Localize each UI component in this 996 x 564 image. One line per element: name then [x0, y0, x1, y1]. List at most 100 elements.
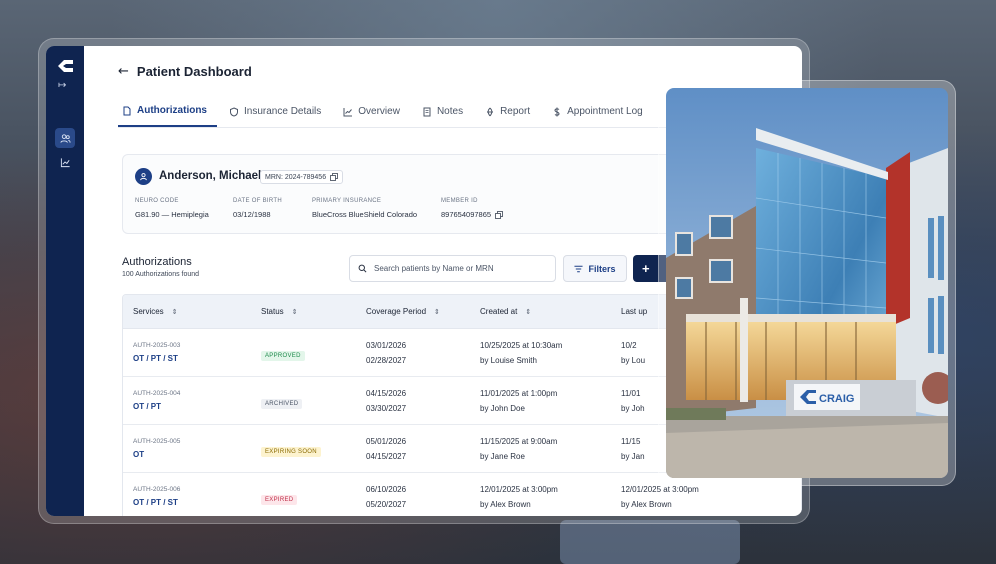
- column-label: Coverage Period: [366, 307, 427, 316]
- tab-notes[interactable]: Notes: [418, 96, 473, 127]
- created-by: by Louise Smith: [480, 355, 537, 365]
- cell-services: AUTH-2025-003 OT / PT / ST: [123, 342, 261, 363]
- search-icon: [358, 264, 367, 273]
- created-by: by Alex Brown: [480, 499, 531, 509]
- auth-id: AUTH-2025-003: [133, 342, 181, 349]
- search-input[interactable]: [374, 264, 544, 273]
- filter-icon: [574, 265, 584, 272]
- coverage-end: 03/30/2027: [366, 403, 407, 413]
- sort-icon[interactable]: ⇕: [434, 308, 440, 316]
- tab-report[interactable]: Report: [481, 96, 540, 127]
- coverage-start: 04/15/2026: [366, 388, 407, 398]
- cell-status: EXPIRING SOON: [261, 440, 366, 458]
- patient-name: Anderson, Michael: [159, 170, 262, 182]
- field-value: G81.90 — Hemiplegia: [135, 210, 209, 219]
- cell-status: ARCHIVED: [261, 392, 366, 410]
- auth-id: AUTH-2025-004: [133, 390, 181, 397]
- column-header-coverage-period[interactable]: Coverage Period ⇕: [366, 307, 480, 316]
- filters-button[interactable]: Filters: [563, 255, 627, 282]
- coverage-start: 03/01/2026: [366, 340, 407, 350]
- app-logo-icon: [58, 60, 73, 72]
- line-chart-icon: [343, 107, 353, 116]
- cell-coverage: 05/01/2026 04/15/2027: [366, 434, 480, 464]
- rail-item-analytics[interactable]: [55, 152, 75, 172]
- report-icon: [487, 107, 494, 116]
- coverage-start: 05/01/2026: [366, 436, 407, 446]
- cell-services: AUTH-2025-005 OT: [123, 438, 261, 459]
- user-icon: [140, 173, 147, 181]
- avatar: [135, 168, 152, 185]
- status-badge: ARCHIVED: [261, 398, 303, 409]
- dollar-icon: [554, 107, 560, 116]
- file-icon: [123, 106, 131, 115]
- services-value: OT / PT / ST: [133, 498, 178, 507]
- column-header-created-at[interactable]: Created at ⇕: [480, 307, 621, 316]
- column-label: Created at: [480, 307, 518, 316]
- created-at: 12/01/2025 at 3:00pm: [480, 484, 558, 494]
- tab-authorizations[interactable]: Authorizations: [118, 96, 217, 127]
- field-value: 897654097865: [441, 210, 492, 219]
- side-rail: ↦: [46, 46, 84, 516]
- field-label: PRIMARY INSURANCE: [312, 198, 382, 204]
- last-updated-by: by Alex Brown: [621, 499, 672, 509]
- auth-id: AUTH-2025-005: [133, 438, 181, 445]
- tab-label: Report: [500, 106, 531, 117]
- cell-services: AUTH-2025-006 OT / PT / ST: [123, 486, 261, 507]
- status-badge: EXPIRING SOON: [261, 446, 321, 457]
- services-value: OT: [133, 450, 145, 459]
- shield-icon: [230, 106, 238, 117]
- column-label: Status: [261, 307, 284, 316]
- mrn-chip[interactable]: MRN: 2024-789456: [260, 170, 344, 184]
- services-value: OT / PT / ST: [133, 354, 178, 363]
- tab-overview[interactable]: Overview: [339, 96, 410, 127]
- expand-rail-icon[interactable]: ↦: [58, 80, 66, 91]
- tab-label: Authorizations: [137, 105, 207, 116]
- field-label: NEURO CODE: [135, 198, 179, 204]
- created-at: 10/25/2025 at 10:30am: [480, 340, 563, 350]
- created-at: 11/15/2025 at 9:00am: [480, 436, 558, 446]
- field-label: DATE OF BIRTH: [233, 198, 283, 204]
- tab-insurance-details[interactable]: Insurance Details: [225, 96, 331, 127]
- field-value: BlueCross BlueShield Colorado: [312, 210, 418, 219]
- building-illustration: CRAIG: [666, 88, 948, 478]
- field-neuro-code: NEURO CODE G81.90 — Hemiplegia: [135, 198, 209, 219]
- sort-icon[interactable]: ⇕: [292, 308, 298, 316]
- rail-item-users[interactable]: [55, 128, 75, 148]
- coverage-end: 02/28/2027: [366, 355, 407, 365]
- cell-coverage: 04/15/2026 03/30/2027: [366, 386, 480, 416]
- field-primary-insurance: PRIMARY INSURANCE BlueCross BlueShield C…: [312, 198, 417, 219]
- tab-appointment-log[interactable]: Appointment Log: [548, 96, 653, 127]
- column-header-services[interactable]: Services ⇕: [123, 307, 261, 316]
- notes-icon: [423, 107, 431, 116]
- cell-status: EXPIRED: [261, 488, 366, 506]
- copy-icon[interactable]: [330, 173, 338, 181]
- cell-coverage: 03/01/2026 02/28/2027: [366, 338, 480, 368]
- tab-label: Appointment Log: [567, 106, 643, 117]
- cell-coverage: 06/10/2026 05/20/2027: [366, 482, 480, 512]
- filters-label: Filters: [588, 263, 616, 274]
- status-badge: APPROVED: [261, 350, 305, 361]
- created-at: 11/01/2025 at 1:00pm: [480, 388, 558, 398]
- cell-services: AUTH-2025-004 OT / PT: [123, 390, 261, 411]
- plus-icon: +: [642, 261, 650, 276]
- users-icon: [59, 133, 71, 143]
- search-box[interactable]: [349, 255, 556, 282]
- tab-label: Overview: [358, 106, 400, 117]
- column-header-status[interactable]: Status ⇕: [261, 307, 366, 316]
- status-badge: EXPIRED: [261, 494, 298, 505]
- cell-last-updated: 12/01/2025 at 3:00pm by Alex Brown: [621, 482, 741, 512]
- field-value-row: 897654097865: [441, 210, 503, 219]
- coverage-end: 05/20/2027: [366, 499, 407, 509]
- patient-summary-card: Anderson, Michael MRN: 2024-789456 NEURO…: [122, 154, 682, 234]
- building-photo: CRAIG: [666, 88, 948, 478]
- sort-icon[interactable]: ⇕: [172, 308, 178, 316]
- copy-icon[interactable]: [495, 210, 503, 219]
- arrow-left-icon[interactable]: ←: [118, 64, 129, 79]
- sort-icon[interactable]: ⇕: [525, 308, 531, 316]
- created-by: by John Doe: [480, 403, 525, 413]
- coverage-end: 04/15/2027: [366, 451, 407, 461]
- chart-icon: [60, 157, 70, 167]
- field-label: MEMBER ID: [441, 198, 478, 204]
- cell-created: 11/01/2025 at 1:00pm by John Doe: [480, 386, 621, 416]
- created-by: by Jane Roe: [480, 451, 525, 461]
